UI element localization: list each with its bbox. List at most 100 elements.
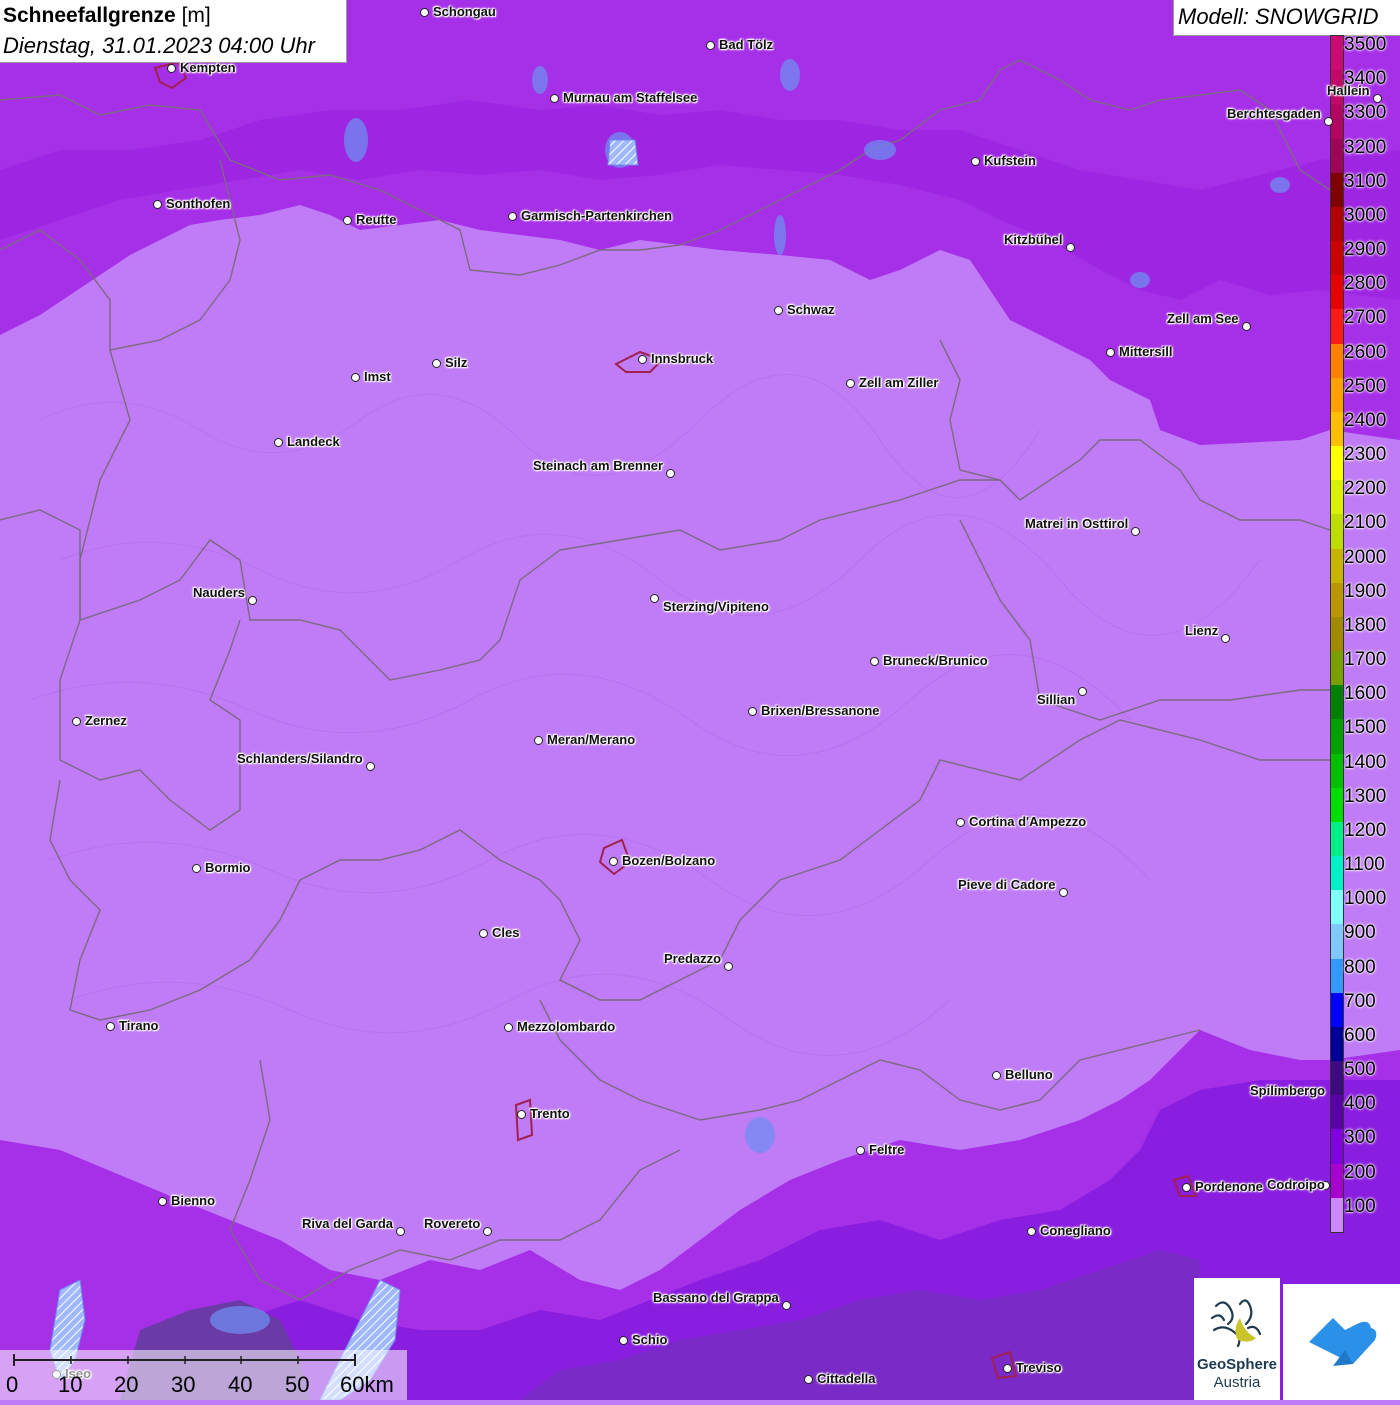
city-label-tirano: Tirano <box>119 1018 159 1033</box>
legend-label-3500: 3500 <box>1344 34 1387 55</box>
city-marker-trento <box>517 1110 526 1119</box>
city-marker-lienz <box>1221 634 1230 643</box>
legend-label-700: 700 <box>1344 990 1376 1012</box>
city-label-zernez: Zernez <box>85 713 127 728</box>
legend-label-1300: 1300 <box>1344 785 1387 807</box>
scale-label-10: 10 <box>58 1372 83 1397</box>
legend-swatch-200 <box>1331 1163 1343 1199</box>
legend-label-1900: 1900 <box>1344 580 1387 602</box>
city-marker-rovereto <box>483 1227 492 1236</box>
city-label-sillian: Sillian <box>1037 692 1076 707</box>
city-marker-bormio <box>192 864 201 873</box>
city-label-matrei-in-osttirol: Matrei in Osttirol <box>1025 516 1129 531</box>
city-label-sonthofen: Sonthofen <box>166 196 231 211</box>
legend-swatch-3500 <box>1331 36 1343 71</box>
city-marker-reutte <box>343 216 352 225</box>
legend-label-2900: 2900 <box>1344 239 1387 261</box>
scale-label-0: 0 <box>6 1372 19 1397</box>
legend-swatch-2500 <box>1331 377 1343 413</box>
city-label-zell-am-see: Zell am See <box>1167 311 1239 326</box>
city-label-cortina-d-ampezzo: Cortina d'Ampezzo <box>969 814 1087 829</box>
legend-swatch-1900 <box>1331 582 1343 618</box>
city-marker-feltre <box>856 1146 865 1155</box>
legend-label-3100: 3100 <box>1344 170 1387 192</box>
city-marker-hallein <box>1373 94 1382 103</box>
city-marker-cittadella <box>804 1375 813 1384</box>
legend-label-400: 400 <box>1344 1093 1376 1115</box>
city-marker-cles <box>479 929 488 938</box>
city-label-meran-merano: Meran/Merano <box>547 732 636 747</box>
scale-label-50: 50 <box>285 1372 310 1397</box>
city-label-conegliano: Conegliano <box>1040 1223 1111 1238</box>
city-label-bienno: Bienno <box>171 1193 216 1208</box>
legend-label-3300: 3300 <box>1344 102 1387 124</box>
city-marker-nauders <box>248 596 257 605</box>
city-label-kitzbuhel: Kitzbühel <box>1004 232 1063 247</box>
city-label-riva-del-garda: Riva del Garda <box>302 1216 394 1231</box>
geosphere-austria-logo[interactable]: GeoSphere Austria <box>1194 1278 1280 1400</box>
legend-swatch-2200 <box>1331 480 1343 515</box>
city-marker-murnau-am-staffelsee <box>550 94 559 103</box>
city-label-cles: Cles <box>492 925 520 940</box>
city-label-imst: Imst <box>364 369 391 384</box>
city-marker-belluno <box>992 1071 1001 1080</box>
map-title: Schneefallgrenze [m] <box>3 4 211 28</box>
city-label-berchtesgaden: Berchtesgaden <box>1227 106 1321 121</box>
model-label: Modell: SNOWGRID <box>1178 4 1379 29</box>
legend-label-1600: 1600 <box>1344 683 1387 705</box>
legend-swatch-1700 <box>1331 651 1343 686</box>
legend-swatch-900 <box>1331 924 1343 960</box>
legend-label-2200: 2200 <box>1344 478 1387 500</box>
city-marker-treviso <box>1003 1364 1012 1373</box>
city-label-schongau: Schongau <box>433 4 496 19</box>
legend-swatch-3000 <box>1331 206 1343 242</box>
city-label-feltre: Feltre <box>869 1142 905 1157</box>
city-marker-pieve-di-cadore <box>1059 888 1068 897</box>
scale-label-40: 40 <box>228 1372 253 1397</box>
city-label-schwaz: Schwaz <box>787 302 835 317</box>
legend-swatch-1000 <box>1331 890 1343 925</box>
city-label-predazzo: Predazzo <box>664 951 722 966</box>
legend-swatch-1500 <box>1331 719 1343 755</box>
legend-swatch-2900 <box>1331 241 1343 276</box>
city-marker-zell-am-see <box>1242 322 1251 331</box>
scale-label-60km: 60km <box>340 1372 394 1397</box>
legend-label-200: 200 <box>1344 1161 1376 1183</box>
city-label-bassano-del-grappa: Bassano del Grappa <box>653 1290 779 1305</box>
city-marker-sonthofen <box>153 200 162 209</box>
legend-swatch-400 <box>1331 1095 1343 1130</box>
city-marker-bassano-del-grappa <box>782 1301 791 1310</box>
city-marker-predazzo <box>724 962 733 971</box>
city-label-trento: Trento <box>530 1106 570 1121</box>
legend-label-2800: 2800 <box>1344 273 1387 295</box>
legend-swatch-600 <box>1331 1026 1343 1062</box>
city-marker-cortina-d-ampezzo <box>956 818 965 827</box>
map-title-box: Schneefallgrenze [m] Dienstag, 31.01.202… <box>0 0 347 63</box>
city-label-steinach-am-brenner: Steinach am Brenner <box>533 458 664 473</box>
legend-label-1700: 1700 <box>1344 649 1387 671</box>
city-label-mezzolombardo: Mezzolombardo <box>517 1019 616 1034</box>
legend-swatch-1400 <box>1331 753 1343 789</box>
city-marker-schongau <box>420 8 429 17</box>
city-label-kufstein: Kufstein <box>984 153 1036 168</box>
city-label-murnau-am-staffelsee: Murnau am Staffelsee <box>563 90 698 105</box>
city-marker-kufstein <box>971 157 980 166</box>
parameter-name: Schneefallgrenze <box>3 4 176 27</box>
city-marker-bruneck-brunico <box>870 657 879 666</box>
legend-label-100: 100 <box>1344 1195 1376 1217</box>
legend-swatch-3100 <box>1331 172 1343 208</box>
legend-label-2600: 2600 <box>1344 341 1387 363</box>
legend-label-3000: 3000 <box>1344 204 1387 226</box>
legend-swatch-3200 <box>1331 138 1343 174</box>
legend-label-300: 300 <box>1344 1127 1376 1149</box>
city-marker-garmisch-partenkirchen <box>508 212 517 221</box>
city-marker-zernez <box>72 717 81 726</box>
city-label-hallein: Hallein <box>1327 83 1370 98</box>
parameter-unit: [m] <box>181 4 211 27</box>
city-marker-mittersill <box>1106 348 1115 357</box>
snow-app-logo[interactable] <box>1283 1284 1400 1400</box>
city-label-schlanders-silandro: Schlanders/Silandro <box>237 751 363 766</box>
city-label-mittersill: Mittersill <box>1119 344 1173 359</box>
legend-swatch-1100 <box>1331 856 1343 891</box>
legend-swatch-500 <box>1331 1061 1343 1096</box>
